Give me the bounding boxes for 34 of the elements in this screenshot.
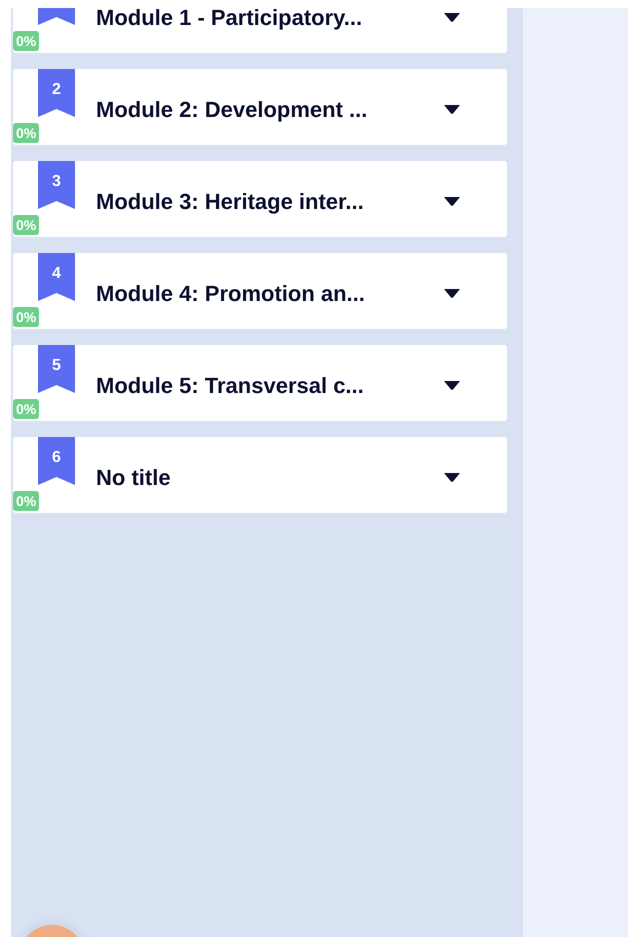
module-title: Module 3: Heritage inter... <box>96 189 365 215</box>
module-title: Module 4: Promotion an... <box>96 281 366 307</box>
bookmark-icon <box>38 69 75 117</box>
module-number: 5 <box>51 358 62 374</box>
caret-icon[interactable] <box>444 12 460 22</box>
caret-icon[interactable] <box>444 196 460 206</box>
module-title: Module 1 - Participatory... <box>96 8 364 31</box>
bookmark-icon <box>38 253 75 301</box>
caret-icon[interactable] <box>444 380 460 390</box>
module-title: Module 2: Development ... <box>96 97 368 123</box>
module-card[interactable]: 2 0% Module 2: Development ... <box>13 69 507 145</box>
progress-badge: 0% <box>13 31 40 51</box>
module-number: 2 <box>51 82 62 98</box>
bookmark-icon <box>38 161 75 209</box>
caret-icon[interactable] <box>444 472 460 482</box>
module-card[interactable]: 5 0% Module 5: Transversal c... <box>13 345 507 421</box>
caret-icon[interactable] <box>444 104 460 114</box>
module-title: No title <box>96 465 172 491</box>
module-card[interactable]: 3 0% Module 3: Heritage inter... <box>13 161 507 237</box>
module-card[interactable]: 4 0% Module 4: Promotion an... <box>13 253 507 329</box>
progress-badge: 0% <box>13 123 40 143</box>
progress-badge: 0% <box>13 399 40 419</box>
module-title: Module 5: Transversal c... <box>96 373 365 399</box>
module-card[interactable]: 0% Module 1 - Participatory... <box>13 8 507 53</box>
progress-badge: 0% <box>13 215 40 235</box>
progress-badge: 0% <box>13 491 40 511</box>
module-number: 4 <box>51 266 62 282</box>
progress-badge: 0% <box>13 307 40 327</box>
bookmark-icon <box>38 437 75 485</box>
module-number: 3 <box>51 174 62 190</box>
module-number: 6 <box>51 450 62 466</box>
module-card[interactable]: 6 0% No title <box>13 437 507 513</box>
caret-icon[interactable] <box>444 288 460 298</box>
bookmark-icon <box>38 345 75 393</box>
